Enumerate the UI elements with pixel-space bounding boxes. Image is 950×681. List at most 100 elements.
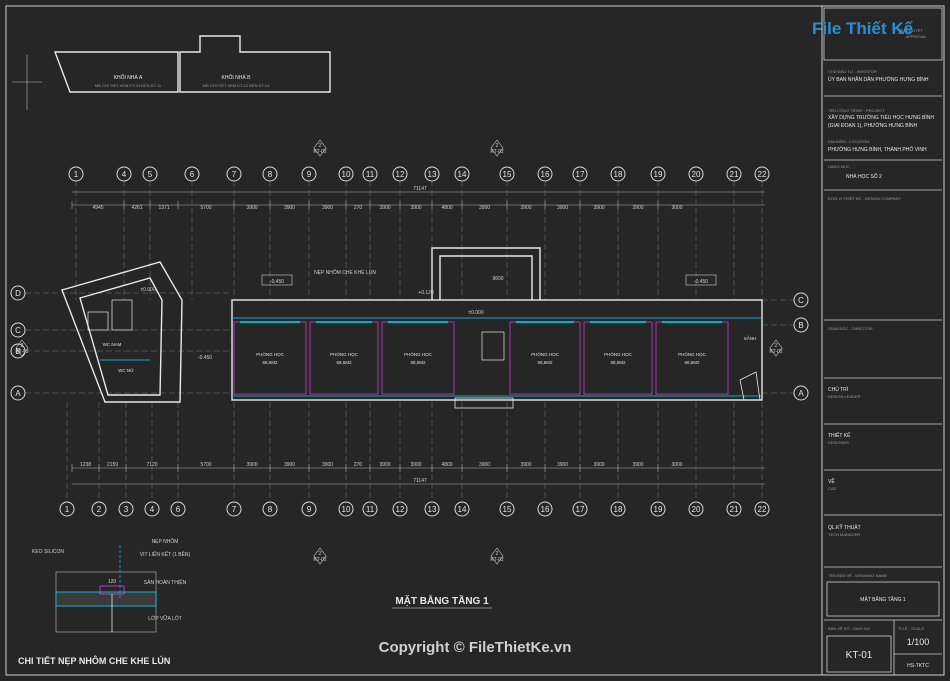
dim-bottom-12: 3900	[520, 462, 531, 468]
grid-axis-left-A: A	[10, 385, 26, 401]
dim-bottom-11: 3900	[479, 462, 490, 468]
dim-top-2: 1371	[158, 205, 169, 211]
sheet-frame	[5, 5, 945, 676]
project-label: TÊN CÔNG TRÌNH - PROJECT	[828, 108, 885, 113]
phase-code: HS-TKTC	[907, 663, 929, 669]
grid-axis-bottom-20: 20	[688, 501, 704, 517]
svg-text:15: 15	[503, 505, 512, 514]
classroom-6: PHÒNG HỌC 68,6M2	[655, 321, 729, 395]
svg-text:20: 20	[692, 170, 701, 179]
dim-bottom-6: 3900	[322, 462, 333, 468]
section-mark-3: 2KT-02	[490, 547, 504, 565]
grid-axis-top-12: 12	[392, 166, 408, 182]
svg-text:4: 4	[122, 170, 127, 179]
dim-top-6: 3900	[322, 205, 333, 211]
classroom-name: PHÒNG HỌC	[330, 351, 359, 357]
classroom-area: 68,6M2	[684, 360, 700, 365]
svg-text:7: 7	[232, 170, 237, 179]
grid-axis-top-1: 1	[68, 166, 84, 182]
classroom-2: PHÒNG HỌC 68,6M2	[309, 321, 379, 395]
grid-axes-right: C B A	[762, 292, 809, 401]
dim-top-3: 5700	[200, 205, 211, 211]
classroom-name: PHÒNG HỌC	[678, 351, 707, 357]
dim-bottom-0: 1238	[80, 462, 91, 468]
draw-sub: CAD	[828, 486, 837, 491]
item-name: NHÀ HỌC SỐ 2	[846, 173, 882, 180]
grid-axis-top-16: 16	[537, 166, 553, 182]
location-label: ĐỊA ĐIỂM - LOCATION	[828, 139, 869, 144]
grid-axis-top-18: 18	[610, 166, 626, 182]
block-b-note: MB CHI TIẾT XEM KT-12 ĐẾN KT-14	[203, 83, 270, 88]
svg-text:8: 8	[268, 170, 273, 179]
key-plan: KHỐI NHÀ A MB CHI TIẾT XEM KT-04 ĐẾN KT-…	[12, 35, 331, 110]
owner-label: CHỦ ĐẦU TƯ - INVESTOR	[828, 69, 877, 74]
grid-axis-bottom-8: 8	[262, 501, 278, 517]
grid-axis-right-A: A	[793, 385, 809, 401]
joint-detail: 120 KEO SILICON NẸP NHÔM VÍT LIÊN KẾT (1…	[18, 538, 191, 666]
block-a-note: MB CHI TIẾT XEM KT-04 ĐẾN KT-11	[95, 83, 162, 88]
svg-text:19: 19	[654, 505, 663, 514]
grid-axis-bottom-17: 17	[572, 501, 588, 517]
dim-top-1: 4261	[131, 205, 142, 211]
grid-axis-right-B: B	[793, 317, 809, 333]
svg-text:16: 16	[541, 505, 550, 514]
grid-axis-bottom-13: 13	[424, 501, 440, 517]
block-a-label: KHỐI NHÀ A	[114, 74, 143, 81]
detail-note-3: VÍT LIÊN KẾT (1 BÊN)	[140, 550, 191, 558]
dim-bottom-15: 3900	[632, 462, 643, 468]
section-mark-sheet: KT-02	[769, 349, 783, 355]
section-mark-sheet: KT-02	[15, 349, 29, 355]
svg-text:22: 22	[758, 505, 767, 514]
svg-text:A: A	[15, 389, 21, 398]
svg-text:18: 18	[614, 505, 623, 514]
svg-text:6: 6	[176, 505, 181, 514]
svg-text:10: 10	[342, 505, 351, 514]
svg-text:9: 9	[307, 505, 312, 514]
grid-axis-bottom-21: 21	[726, 501, 742, 517]
section-mark-5: 2KT-02	[769, 339, 783, 357]
level-mark-1: -0.450	[270, 279, 284, 285]
project-name: XÂY DỰNG TRƯỜNG TIỂU HỌC HƯNG BÌNH	[828, 114, 934, 121]
watermark-logo: File Thiết Kế .vn	[812, 19, 914, 38]
dim-bottom-10: 4800	[441, 462, 452, 468]
grid-axis-bottom-1: 1	[59, 501, 75, 517]
designer-label: ĐƠN VỊ THIẾT KẾ - DESIGN COMPANY	[828, 196, 901, 201]
classroom-3: PHÒNG HỌC 68,6M2	[381, 321, 455, 395]
grid-axis-right-C: C	[793, 292, 809, 308]
svg-text:18: 18	[614, 170, 623, 179]
joint-note: NẸP NHÔM CHE KHE LÚN	[314, 269, 376, 276]
leader-label: CHỦ TRÌ	[828, 386, 849, 393]
dim-bottom-3: 5700	[200, 462, 211, 468]
owner-name: ỦY BAN NHÂN DÂN PHƯỜNG HƯNG BÌNH	[828, 76, 929, 83]
grid-axis-top-21: 21	[726, 166, 742, 182]
svg-text:13: 13	[428, 505, 437, 514]
svg-text:20: 20	[692, 505, 701, 514]
dim-bottom-16: 3000	[671, 462, 682, 468]
svg-text:16: 16	[541, 170, 550, 179]
dim-total-top: 71147	[413, 186, 427, 192]
classroom-name: PHÒNG HỌC	[256, 351, 285, 357]
svg-text:15: 15	[503, 170, 512, 179]
design-label: THIẾT KẾ	[828, 432, 851, 439]
dim-top-11: 3900	[479, 205, 490, 211]
item-label: HẠNG MỤC	[828, 164, 850, 169]
dim-bottom-7: 270	[354, 462, 363, 468]
grid-axis-top-13: 13	[424, 166, 440, 182]
level-mark-6: -0.450	[198, 355, 212, 361]
dim-bottom-8: 3900	[379, 462, 390, 468]
tech-sub: TECH MANAGER	[828, 532, 860, 537]
classroom-5: PHÒNG HỌC 68,6M2	[583, 321, 653, 395]
grid-axis-top-19: 19	[650, 166, 666, 182]
grid-axes-left: DCBA	[10, 285, 232, 401]
classroom-4: PHÒNG HỌC 68,6M2	[509, 321, 581, 395]
dim-top-14: 3900	[593, 205, 604, 211]
location-name: PHƯỜNG HƯNG BÌNH, THÀNH PHỐ VINH	[828, 146, 927, 153]
project-name-2: (GIAI ĐOẠN 1), PHƯỜNG HƯNG BÌNH	[828, 122, 918, 129]
drawing-name-label: TÊN BẢN VẼ - DRAWING NAME	[828, 573, 888, 578]
svg-text:14: 14	[458, 170, 467, 179]
section-mark-sheet: KT-02	[490, 557, 504, 563]
svg-text:11: 11	[366, 505, 375, 514]
classroom-area: 68,6M2	[537, 360, 553, 365]
svg-text:21: 21	[730, 170, 739, 179]
dim-top-row: 4945 4261 1371 5700 3900 3900 3900 270 3900 3900 4…	[71, 201, 683, 211]
